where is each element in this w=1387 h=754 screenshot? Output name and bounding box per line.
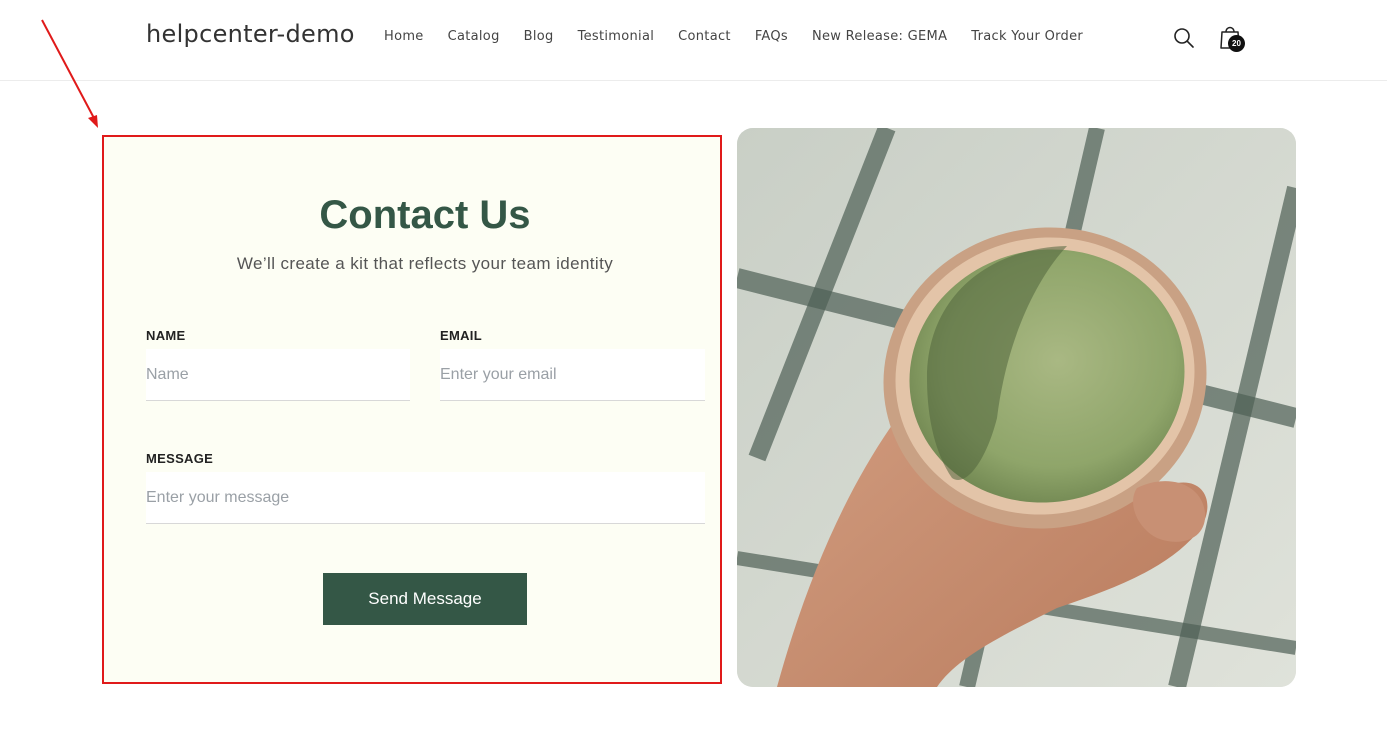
name-label: NAME (146, 328, 186, 343)
matcha-cup-photo (737, 128, 1296, 687)
nav-link-testimonial[interactable]: Testimonial (578, 29, 655, 44)
nav-link-track-order[interactable]: Track Your Order (971, 29, 1083, 44)
name-input[interactable] (146, 349, 410, 401)
message-input[interactable] (146, 472, 705, 524)
email-input[interactable] (440, 349, 705, 401)
nav-link-blog[interactable]: Blog (524, 29, 554, 44)
message-label: MESSAGE (146, 451, 214, 466)
nav-link-catalog[interactable]: Catalog (448, 29, 500, 44)
nav-link-contact[interactable]: Contact (678, 29, 731, 44)
contact-form-panel: Contact Us We’ll create a kit that refle… (104, 137, 720, 682)
main-nav: Home Catalog Blog Testimonial Contact FA… (384, 29, 1083, 44)
annotation-arrow (41, 19, 98, 128)
contact-subtitle: We’ll create a kit that reflects your te… (236, 254, 614, 273)
nav-link-faqs[interactable]: FAQs (755, 29, 788, 44)
email-label: EMAIL (440, 328, 482, 343)
cart-count-badge: 20 (1228, 35, 1245, 52)
brand-logo-text[interactable]: helpcenter-demo (146, 20, 355, 48)
nav-link-home[interactable]: Home (384, 29, 424, 44)
contact-title: Contact Us (319, 193, 531, 237)
nav-link-new-release[interactable]: New Release: GEMA (812, 29, 947, 44)
send-message-button[interactable]: Send Message (323, 573, 527, 625)
site-header: helpcenter-demo Home Catalog Blog Testim… (0, 0, 1387, 81)
search-icon[interactable] (1172, 26, 1196, 50)
